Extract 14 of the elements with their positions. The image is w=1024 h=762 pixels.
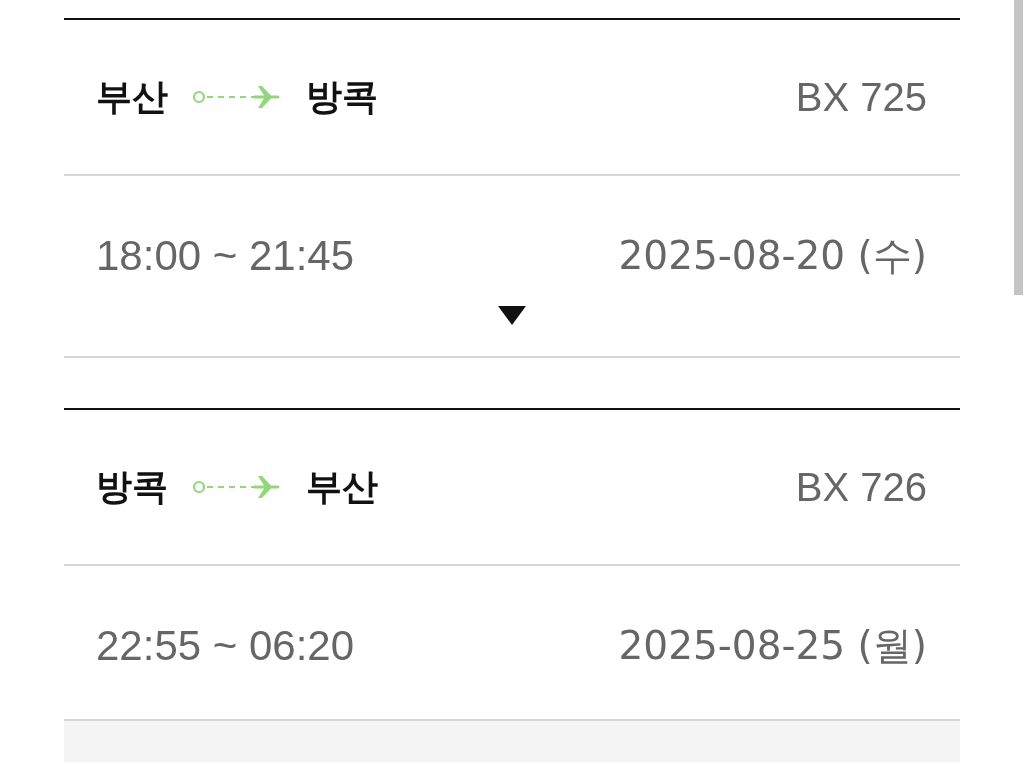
city-name: 방콕 — [306, 75, 378, 119]
flight-number: BX 725 — [795, 74, 927, 120]
route-plane-icon — [192, 85, 282, 109]
caret-down-icon[interactable] — [498, 306, 526, 325]
flight-time: 18:00 ~ 21:45 — [96, 232, 355, 280]
city-name: 부산 — [96, 75, 168, 119]
city-name: 방콕 — [96, 465, 168, 509]
flight-date: 2025-08-20 (수) — [618, 232, 927, 280]
scrollbar-thumb[interactable] — [1014, 0, 1023, 295]
flight-time: 22:55 ~ 06:20 — [96, 622, 355, 670]
flight-number: BX 726 — [795, 464, 927, 510]
flight-date: 2025-08-25 (월) — [618, 622, 927, 670]
city-name: 부산 — [306, 465, 378, 509]
route-plane-icon — [192, 475, 282, 499]
